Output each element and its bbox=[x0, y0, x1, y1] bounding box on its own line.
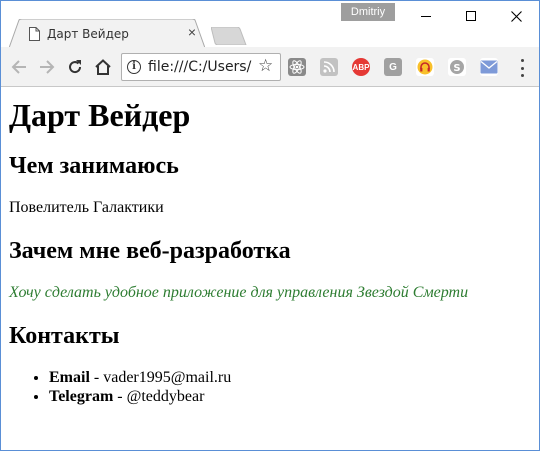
google-extension-icon[interactable]: G bbox=[384, 58, 402, 76]
envelope-icon bbox=[480, 60, 498, 74]
section-heading-contacts: Контакты bbox=[9, 323, 120, 349]
title-bar: Dmitriy Дарт Вейдер × bbox=[1, 1, 539, 48]
tab-title: Дарт Вейдер bbox=[47, 27, 129, 41]
page-icon bbox=[29, 27, 40, 41]
section-heading-motivation: Зачем мне веб-разработка bbox=[9, 238, 291, 264]
maximize-button[interactable] bbox=[448, 1, 494, 31]
adblock-icon[interactable]: ABP bbox=[352, 58, 370, 76]
headphones-icon[interactable] bbox=[416, 58, 434, 76]
contact-label: Telegram bbox=[49, 388, 114, 405]
headphones-glyph-icon bbox=[417, 59, 433, 75]
minimize-icon bbox=[421, 15, 431, 17]
close-icon bbox=[510, 10, 522, 22]
contact-separator: - bbox=[113, 388, 127, 405]
rss-feed-icon bbox=[323, 61, 335, 73]
svg-text:S: S bbox=[453, 63, 460, 74]
reload-button[interactable] bbox=[63, 55, 87, 79]
home-icon bbox=[95, 59, 111, 75]
new-tab-button[interactable] bbox=[211, 27, 247, 45]
adblock-label: ABP bbox=[352, 62, 370, 72]
mail-icon[interactable] bbox=[480, 58, 498, 76]
contacts-list: Email - vader1995@mail.ru Telegram - @te… bbox=[9, 368, 531, 406]
page-title: Дарт Вейдер bbox=[9, 97, 191, 133]
bookmark-star-icon[interactable]: ☆ bbox=[258, 56, 273, 76]
contact-value: vader1995@mail.ru bbox=[103, 369, 232, 386]
arrow-left-icon bbox=[11, 60, 26, 74]
info-icon[interactable]: i bbox=[127, 60, 141, 74]
url-text[interactable]: file:///C:/Users/U bbox=[148, 59, 252, 75]
tab-close-icon[interactable]: × bbox=[185, 25, 199, 39]
browser-window: Dmitriy Дарт Вейдер × i file:///C:/Users… bbox=[0, 0, 540, 451]
home-button[interactable] bbox=[91, 55, 115, 79]
contact-label: Email bbox=[49, 369, 90, 386]
reload-icon bbox=[69, 60, 82, 74]
close-window-button[interactable] bbox=[493, 1, 539, 31]
browser-menu-button[interactable] bbox=[514, 59, 530, 77]
back-button[interactable] bbox=[7, 55, 31, 79]
minimize-button[interactable] bbox=[403, 1, 449, 31]
menu-dot-icon bbox=[520, 66, 524, 70]
profile-badge[interactable]: Dmitriy bbox=[341, 3, 395, 21]
menu-dot-icon bbox=[520, 59, 524, 62]
atom-icon bbox=[289, 60, 305, 74]
skype-icon[interactable]: S bbox=[448, 58, 466, 76]
browser-toolbar: i file:///C:/Users/U ☆ ABP G S bbox=[1, 47, 539, 87]
address-bar[interactable]: i file:///C:/Users/U ☆ bbox=[121, 53, 281, 81]
skype-glyph-icon: S bbox=[450, 60, 464, 74]
occupation-text: Повелитель Галактики bbox=[9, 199, 164, 216]
contact-item-email: Email - vader1995@mail.ru bbox=[49, 368, 531, 387]
section-heading-occupation: Чем занимаюсь bbox=[9, 153, 179, 179]
menu-dot-icon bbox=[520, 74, 524, 77]
contact-separator: - bbox=[89, 369, 104, 386]
contact-item-telegram: Telegram - @teddybear bbox=[49, 387, 531, 406]
rss-icon[interactable] bbox=[320, 58, 338, 76]
react-devtools-icon[interactable] bbox=[288, 58, 306, 76]
motivation-text: Хочу сделать удобное приложение для упра… bbox=[9, 284, 469, 301]
forward-button[interactable] bbox=[35, 55, 59, 79]
page-content: Дарт Вейдер Чем занимаюсь Повелитель Гал… bbox=[1, 88, 539, 450]
contact-value: @teddybear bbox=[126, 388, 205, 405]
maximize-icon bbox=[466, 11, 476, 21]
arrow-right-icon bbox=[40, 60, 55, 74]
google-extension-label: G bbox=[389, 61, 397, 73]
